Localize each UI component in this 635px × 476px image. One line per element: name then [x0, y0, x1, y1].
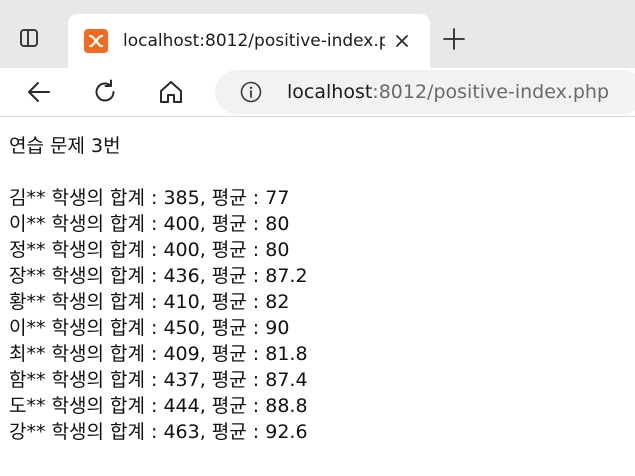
student-row: 황** 학생의 합계 : 410, 평균 : 82 — [9, 291, 290, 313]
info-icon[interactable] — [240, 81, 262, 103]
student-row: 함** 학생의 합계 : 437, 평균 : 87.4 — [9, 369, 308, 391]
back-arrow-icon[interactable] — [25, 78, 53, 106]
page-heading: 연습 문제 3번 — [9, 135, 121, 157]
plus-icon[interactable] — [441, 26, 467, 52]
url-host: localhost — [287, 81, 373, 103]
address-bar[interactable]: localhost:8012/positive-index.php — [215, 70, 635, 114]
url-text[interactable]: localhost:8012/positive-index.php — [287, 79, 609, 105]
close-icon[interactable] — [390, 29, 414, 53]
page-content: 연습 문제 3번 김** 학생의 합계 : 385, 평균 : 77 이** 학… — [9, 133, 629, 445]
tab-title: localhost:8012/positive-index.php — [123, 31, 385, 51]
student-row: 이** 학생의 합계 : 400, 평균 : 80 — [9, 213, 290, 235]
student-row: 최** 학생의 합계 : 409, 평균 : 81.8 — [9, 343, 308, 365]
student-row: 도** 학생의 합계 : 444, 평균 : 88.8 — [9, 395, 308, 417]
student-row: 강** 학생의 합계 : 463, 평균 : 92.6 — [9, 421, 308, 443]
reload-icon[interactable] — [91, 78, 119, 106]
student-row: 이** 학생의 합계 : 450, 평균 : 90 — [9, 317, 290, 339]
tab-strip: localhost:8012/positive-index.php — [0, 0, 635, 68]
student-row: 김** 학생의 합계 : 385, 평균 : 77 — [9, 187, 290, 209]
student-row: 장** 학생의 합계 : 436, 평균 : 87.2 — [9, 265, 308, 287]
toolbar: localhost:8012/positive-index.php — [0, 68, 635, 117]
home-icon[interactable] — [157, 78, 185, 106]
tab-actions-icon[interactable] — [14, 27, 44, 53]
url-path: :8012/positive-index.php — [372, 81, 610, 103]
student-row: 정** 학생의 합계 : 400, 평균 : 80 — [9, 239, 290, 261]
xampp-icon — [84, 29, 108, 53]
active-tab[interactable]: localhost:8012/positive-index.php — [68, 14, 430, 68]
